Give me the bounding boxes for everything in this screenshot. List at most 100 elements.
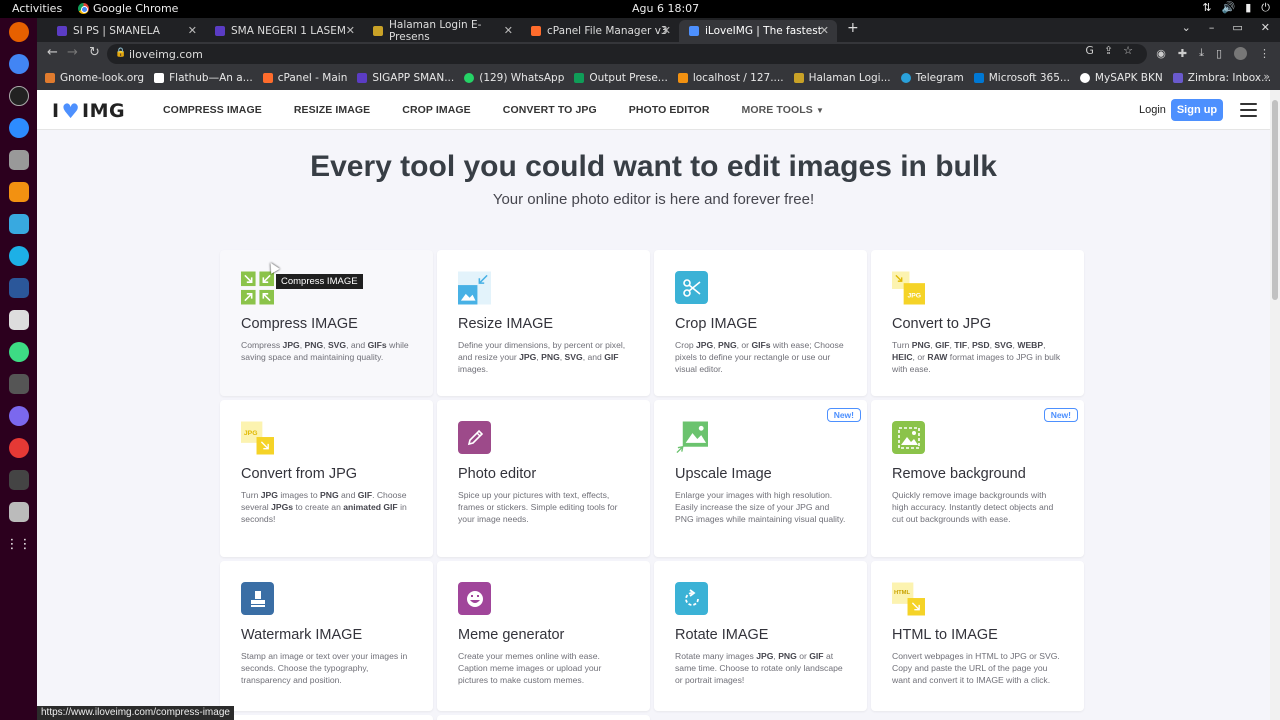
camera-icon[interactable]: ◉ xyxy=(1156,47,1166,60)
tool-card-partial[interactable] xyxy=(220,715,433,720)
extensions-icon[interactable]: ✚ xyxy=(1178,47,1187,60)
record-icon[interactable] xyxy=(8,438,29,458)
hamburger-menu-icon[interactable] xyxy=(1240,103,1257,117)
tool-card-remove-background[interactable]: New! Remove background Quickly remove im… xyxy=(871,400,1084,557)
tool-card-meme[interactable]: Meme generator Create your memes online … xyxy=(437,561,650,711)
word-icon[interactable] xyxy=(8,278,29,298)
tool-card-photo-editor[interactable]: Photo editor Spice up your pictures with… xyxy=(437,400,650,557)
tool-description: Define your dimensions, by percent or pi… xyxy=(458,340,626,374)
tab-search-icon[interactable]: ⌄ xyxy=(1182,21,1191,34)
tool-card-compress[interactable]: Compress IMAGE Compress JPG, PNG, SVG, a… xyxy=(220,250,433,396)
new-tab-button[interactable]: + xyxy=(847,20,859,36)
close-tab-icon[interactable]: ✕ xyxy=(820,24,829,37)
iloveimg-logo[interactable]: I ♥ IMG xyxy=(52,99,125,123)
maximize-icon[interactable]: ▭ xyxy=(1232,21,1242,34)
bookmark-telegram[interactable]: Telegram xyxy=(900,72,964,84)
nav-compress-image[interactable]: COMPRESS IMAGE xyxy=(163,104,262,116)
share-icon[interactable]: ⇪ xyxy=(1104,44,1113,57)
terminal-icon[interactable] xyxy=(8,470,29,490)
firefox-icon[interactable] xyxy=(8,22,29,42)
login-link[interactable]: Login xyxy=(1139,104,1166,116)
forward-icon[interactable]: → xyxy=(67,45,78,60)
tab-2[interactable]: SMA NEGERI 1 LASEM ✕ xyxy=(205,20,363,42)
back-icon[interactable]: ← xyxy=(47,45,58,60)
obs-icon[interactable] xyxy=(8,86,29,106)
chrome-dock-icon[interactable] xyxy=(8,54,29,74)
tool-card-crop[interactable]: Crop IMAGE Crop JPG, PNG, or GIFs with e… xyxy=(654,250,867,396)
power-icon: ⏻ xyxy=(1261,1,1270,14)
nav-crop-image[interactable]: CROP IMAGE xyxy=(402,104,470,116)
activities-button[interactable]: Activities xyxy=(12,2,62,15)
tab-4[interactable]: cPanel File Manager v3 ✕ xyxy=(521,20,679,42)
bookmark-cpanel[interactable]: cPanel - Main xyxy=(262,72,347,84)
resize-icon xyxy=(458,271,491,304)
tab-5-active[interactable]: iLoveIMG | The fastest fre✕ xyxy=(679,20,837,42)
google-lens-icon[interactable]: G xyxy=(1085,44,1094,57)
tool-card-rotate[interactable]: Rotate IMAGE Rotate many images JPG, PNG… xyxy=(654,561,867,711)
page-scrollbar[interactable] xyxy=(1270,90,1280,720)
bookmark-localhost[interactable]: localhost / 127.... xyxy=(677,72,784,84)
close-window-icon[interactable]: ✕ xyxy=(1261,21,1270,34)
signup-button[interactable]: Sign up xyxy=(1171,99,1223,121)
tool-card-convert-to-jpg[interactable]: JPG Convert to JPG Turn PNG, GIF, TIF, P… xyxy=(871,250,1084,396)
show-apps-icon[interactable]: ⋮⋮ xyxy=(6,534,32,554)
bookmark-output[interactable]: Output Prese... xyxy=(574,72,668,84)
zoom-icon[interactable] xyxy=(8,118,29,138)
screenshot-icon[interactable] xyxy=(8,406,29,426)
mail-icon[interactable] xyxy=(8,150,29,170)
android-icon[interactable] xyxy=(8,342,29,362)
bookmark-microsoft365[interactable]: Microsoft 365... xyxy=(973,72,1070,84)
system-tray[interactable]: ⇅ 🔊 ▮ ⏻ xyxy=(1202,1,1270,15)
upscale-icon xyxy=(675,421,708,454)
scissors-icon xyxy=(675,271,708,304)
close-tab-icon[interactable]: ✕ xyxy=(662,24,671,37)
nav-resize-image[interactable]: RESIZE IMAGE xyxy=(294,104,370,116)
tool-name: Photo editor xyxy=(458,466,537,482)
store-icon[interactable] xyxy=(8,214,29,234)
music-icon[interactable] xyxy=(8,246,29,266)
svg-text:HTML: HTML xyxy=(894,590,911,596)
profile-avatar[interactable] xyxy=(1234,46,1247,60)
bookmark-zimbra[interactable]: Zimbra: Inbox... xyxy=(1172,72,1271,84)
close-tab-icon[interactable]: ✕ xyxy=(504,24,513,37)
tool-card-upscale[interactable]: New! Upscale Image Enlarge your images w… xyxy=(654,400,867,557)
browser-toolbar: ← → ↻ 🔒 iloveimg.com G ⇪ ☆ ◉ ✚ ⤓ ▯ ⋮ xyxy=(37,42,1280,66)
bookmark-star-icon[interactable]: ☆ xyxy=(1123,44,1133,57)
tab-1[interactable]: SI PS | SMANELA ✕ xyxy=(47,20,205,42)
nav-convert-to-jpg[interactable]: CONVERT TO JPG xyxy=(503,104,597,116)
bookmark-sigapp[interactable]: SIGAPP SMAN... xyxy=(357,72,454,84)
reload-icon[interactable]: ↻ xyxy=(89,45,100,60)
tool-card-html-to-image[interactable]: HTML HTML to IMAGE Convert webpages in H… xyxy=(871,561,1084,711)
transfer-icon[interactable] xyxy=(8,374,29,394)
download-icon[interactable]: ⤓ xyxy=(1199,46,1204,60)
close-tab-icon[interactable]: ✕ xyxy=(346,24,355,37)
close-tab-icon[interactable]: ✕ xyxy=(188,24,197,37)
sublime-icon[interactable] xyxy=(8,182,29,202)
tab-3[interactable]: Halaman Login E-Presens ✕ xyxy=(363,19,521,43)
tool-card-resize[interactable]: Resize IMAGE Define your dimensions, by … xyxy=(437,250,650,396)
bookmark-flathub[interactable]: Flathub—An a... xyxy=(154,72,253,84)
bookmark-label: Gnome-look.org xyxy=(60,72,145,84)
settings-icon[interactable] xyxy=(8,310,29,330)
sidepanel-icon[interactable]: ▯ xyxy=(1216,47,1222,60)
tool-card-partial[interactable] xyxy=(437,715,650,720)
bookmark-halaman-login[interactable]: Halaman Logi... xyxy=(793,72,891,84)
nav-more-tools[interactable]: MORE TOOLS ▼ xyxy=(742,104,824,116)
bookmarks-overflow-icon[interactable]: » xyxy=(1263,70,1270,83)
tool-card-watermark[interactable]: Watermark IMAGE Stamp an image or text o… xyxy=(220,561,433,711)
bookmark-whatsapp[interactable]: (129) WhatsApp xyxy=(464,72,564,84)
scrollbar-thumb[interactable] xyxy=(1272,100,1278,300)
chrome-menu-icon[interactable]: ⋮ xyxy=(1259,47,1270,60)
bookmark-favicon xyxy=(1079,73,1090,83)
bookmark-mysapk[interactable]: MySAPK BKN xyxy=(1079,72,1163,84)
clock[interactable]: Agu 6 18:07 xyxy=(632,2,699,15)
bookmark-gnome-look[interactable]: Gnome-look.org xyxy=(45,72,144,84)
trash-icon[interactable] xyxy=(8,502,29,522)
tool-card-convert-from-jpg[interactable]: JPG Convert from JPG Turn JPG images to … xyxy=(220,400,433,557)
bookmark-label: Microsoft 365... xyxy=(988,72,1070,84)
app-menu[interactable]: Google Chrome xyxy=(78,2,178,15)
bookmark-label: Telegram xyxy=(915,72,964,84)
nav-photo-editor[interactable]: PHOTO EDITOR xyxy=(629,104,710,116)
address-bar[interactable]: 🔒 iloveimg.com G ⇪ ☆ xyxy=(107,44,1147,64)
minimize-icon[interactable]: – xyxy=(1209,21,1215,34)
